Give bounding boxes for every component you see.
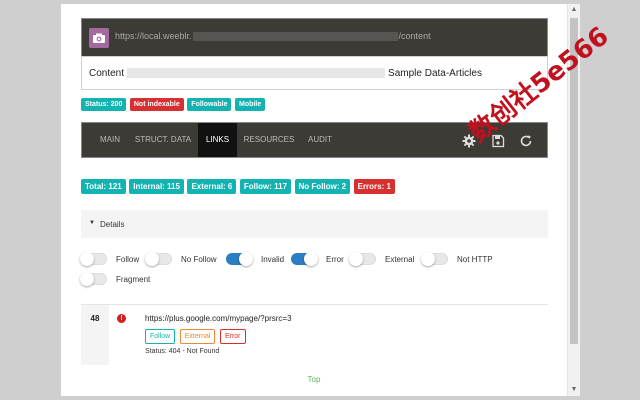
status-badge-http: Status: 200 [81, 98, 127, 111]
tag-error: Error [219, 329, 246, 344]
stat-external: External: 6 [187, 179, 237, 194]
stat-follow: Follow: 117 [239, 179, 292, 194]
details-label: Details [100, 220, 125, 229]
filter-label: No Follow [181, 255, 217, 264]
toggle-switch[interactable] [145, 252, 172, 266]
tab-links[interactable]: LINKS [198, 123, 237, 157]
error-icon: ! [117, 314, 126, 323]
line-number: 48 [81, 305, 109, 365]
link-filters: Follow No Follow Invalid Error External … [80, 252, 548, 292]
link-stats: Total: 121 Internal: 115 External: 6 Fol… [81, 179, 396, 194]
tag-follow: Follow [145, 329, 176, 344]
url-bar: https://local.weeblr. /content [81, 18, 548, 56]
toggle-switch[interactable] [291, 252, 318, 266]
tab-resources[interactable]: RESOURCES [240, 123, 298, 157]
status-badges: Status: 200 Not indexable Followable Mob… [81, 98, 266, 111]
stat-total: Total: 121 [81, 179, 126, 194]
title-suffix: Sample Data-Articles [388, 68, 482, 79]
link-tags: Follow External Error [145, 329, 248, 344]
stat-errors: Errors: 1 [353, 179, 395, 194]
status-badge-followable: Followable [187, 98, 232, 111]
scroll-up-icon[interactable]: ▲ [568, 4, 580, 16]
url-redaction [192, 32, 398, 42]
table-row: 48 ! https://plus.google.com/mypage/?prs… [81, 304, 548, 365]
tab-main[interactable]: MAIN [90, 123, 130, 157]
toggle-switch[interactable] [349, 252, 376, 266]
camera-icon[interactable] [89, 28, 109, 48]
url-suffix: /content [398, 31, 431, 41]
scroll-down-icon[interactable]: ▼ [568, 384, 580, 396]
filter-label: Error [326, 255, 344, 264]
filter-label: External [385, 255, 415, 264]
page-url: https://local.weeblr. /content [115, 31, 431, 42]
toggle-switch[interactable] [226, 252, 253, 266]
page-title-box: Content Sample Data-Articles [81, 56, 548, 90]
refresh-icon[interactable] [519, 134, 533, 148]
filter-label: Follow [116, 255, 140, 264]
details-toggle[interactable]: ▼ Details [81, 210, 548, 238]
tag-external: External [179, 329, 216, 344]
status-badge-indexable: Not indexable [129, 98, 184, 111]
status-badge-mobile: Mobile [234, 98, 266, 111]
toggle-switch[interactable] [80, 252, 107, 266]
tab-struct-data[interactable]: STRUCT. DATA [130, 123, 196, 157]
url-prefix: https://local.weeblr. [115, 31, 192, 41]
link-status: Status: 404 - Not Found [145, 348, 220, 355]
filter-label: Invalid [261, 255, 285, 264]
stat-internal: Internal: 115 [129, 179, 184, 194]
seo-analysis-panel: https://local.weeblr. /content Content Sam… [61, 4, 567, 396]
top-link[interactable]: Top [61, 375, 567, 384]
caret-down-icon: ▼ [89, 220, 95, 226]
filter-label: Fragment [116, 275, 151, 284]
toggle-switch[interactable] [421, 252, 448, 266]
title-prefix: Content [89, 68, 125, 79]
title-redaction [127, 68, 386, 79]
toggle-switch[interactable] [80, 272, 107, 286]
link-url[interactable]: https://plus.google.com/mypage/?prsrc=3 [145, 314, 292, 323]
tab-audit[interactable]: AUDIT [300, 123, 340, 157]
stat-no-follow: No Follow: 2 [294, 179, 351, 194]
filter-label: Not HTTP [457, 255, 493, 264]
